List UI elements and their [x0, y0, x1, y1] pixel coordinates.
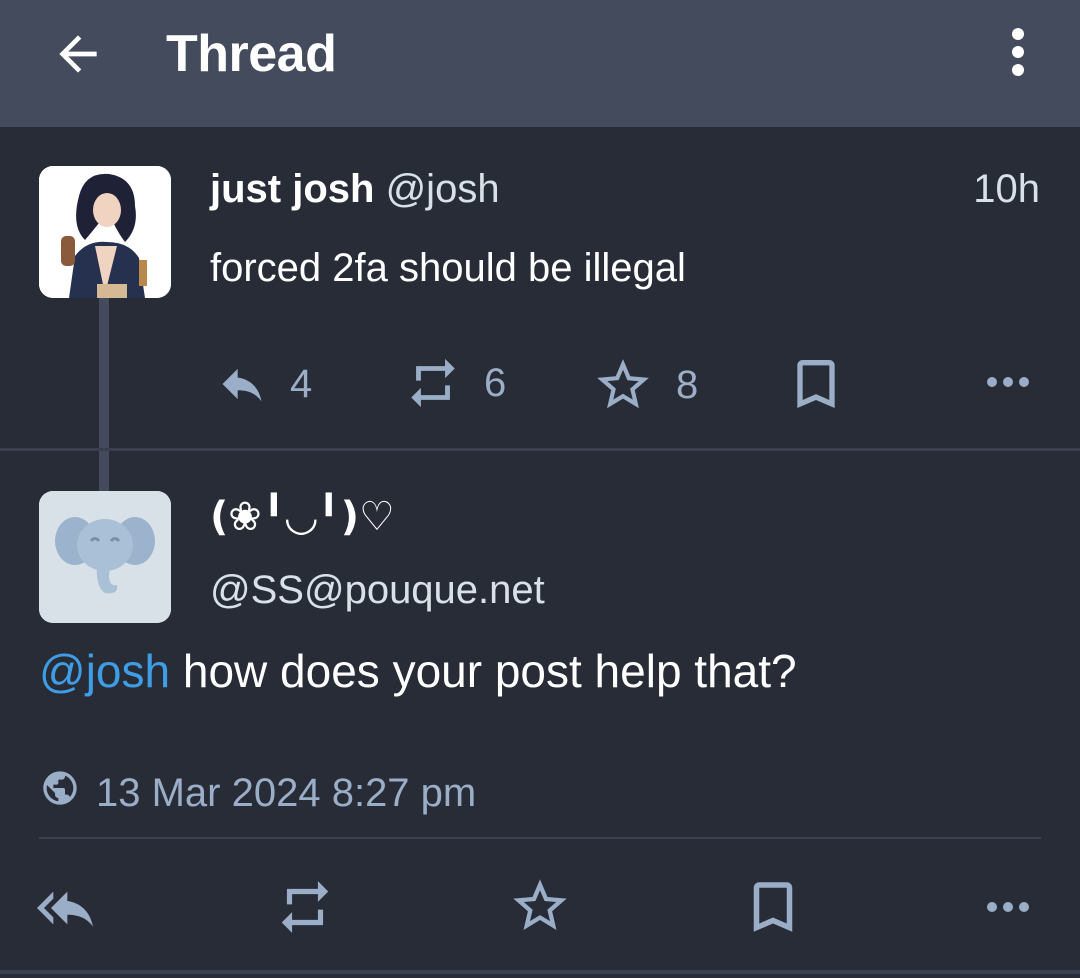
favourite-count: 8	[676, 362, 699, 407]
star-icon	[592, 354, 654, 416]
more-button[interactable]	[984, 893, 1032, 921]
reply-all-button[interactable]	[36, 880, 108, 936]
bookmark-icon	[784, 352, 848, 416]
arrow-left-icon[interactable]	[50, 26, 106, 82]
favourite-button[interactable]: 8	[592, 354, 698, 416]
divider	[0, 448, 1080, 451]
more-button[interactable]	[984, 368, 1032, 396]
reply-icon	[216, 358, 268, 410]
star-icon	[508, 874, 572, 938]
reply-text: how does your post help that?	[170, 645, 797, 697]
divider	[0, 970, 1080, 974]
avatar[interactable]	[39, 166, 171, 298]
author-handle[interactable]: @SS@pouque.net	[210, 567, 545, 613]
avatar[interactable]	[39, 491, 171, 623]
more-horizontal-icon	[984, 893, 1032, 921]
reply-count: 4	[290, 361, 313, 406]
author-handle[interactable]: @josh	[386, 167, 500, 211]
display-name[interactable]: just josh	[210, 167, 374, 211]
author-line[interactable]: just josh @josh	[210, 166, 500, 212]
bookmark-button[interactable]	[784, 352, 848, 416]
boost-button[interactable]: 6	[404, 354, 506, 412]
thread-connector-line	[99, 290, 109, 496]
reply-all-icon	[36, 880, 108, 936]
boost-icon	[274, 876, 336, 938]
mention-link[interactable]: @josh	[39, 645, 170, 697]
divider	[39, 837, 1041, 839]
bookmark-button[interactable]	[740, 874, 806, 940]
post-content: forced 2fa should be illegal	[210, 246, 686, 290]
globe-icon	[40, 768, 96, 818]
post-content: @josh how does your post help that?	[39, 643, 797, 699]
more-vertical-icon[interactable]	[998, 24, 1038, 80]
app-bar: Thread	[0, 0, 1080, 127]
relative-timestamp[interactable]: 10h	[973, 166, 1040, 212]
more-horizontal-icon	[984, 368, 1032, 396]
boost-icon	[404, 354, 462, 412]
display-name[interactable]: (❀╹◡╹)♡	[210, 494, 395, 540]
bookmark-icon	[740, 874, 806, 940]
post-timestamp[interactable]: 13 Mar 2024 8:27 pm	[96, 771, 476, 816]
favourite-button[interactable]	[508, 874, 572, 938]
page-title: Thread	[166, 25, 337, 83]
boost-button[interactable]	[274, 876, 336, 938]
post-metadata: 13 Mar 2024 8:27 pm	[40, 768, 476, 818]
boost-count: 6	[484, 360, 507, 405]
reply-button[interactable]: 4	[216, 358, 312, 410]
